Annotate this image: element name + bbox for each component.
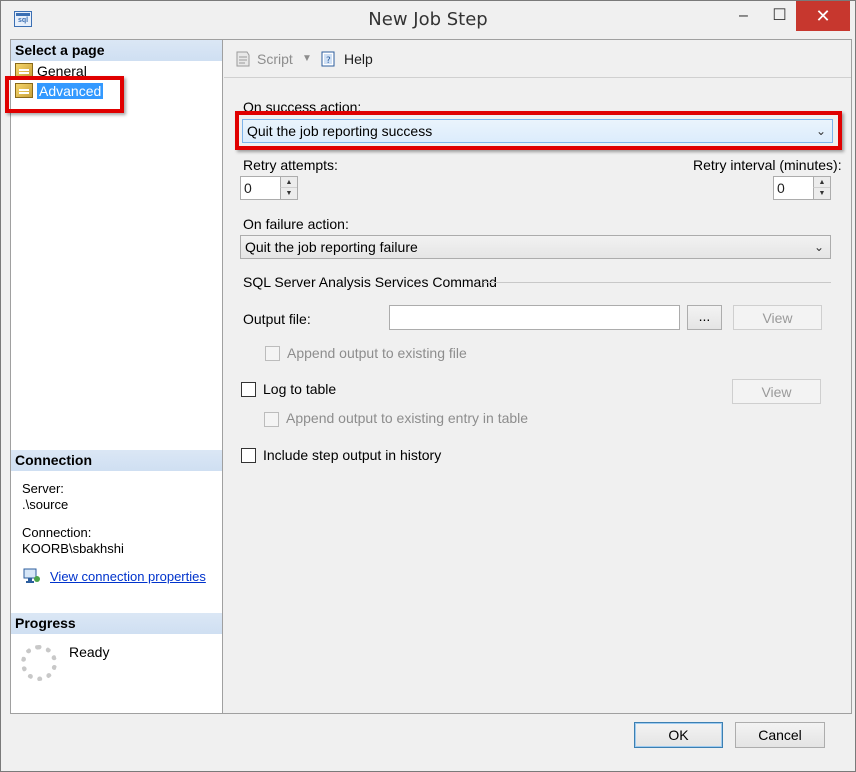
spin-up-icon[interactable]: ▲: [280, 177, 297, 188]
server-label: Server:: [22, 481, 64, 496]
connection-value: KOORB\sbakhshi: [22, 541, 124, 556]
chevron-down-icon: ⌄: [813, 240, 825, 254]
append-entry-checkbox[interactable]: [264, 412, 279, 427]
view-output-button[interactable]: View: [733, 305, 822, 330]
view-connection-properties-link[interactable]: View connection properties: [50, 569, 206, 584]
help-icon: ?: [320, 50, 338, 68]
output-file-input[interactable]: [389, 305, 680, 330]
retry-attempts-value: 0: [244, 180, 252, 196]
browse-button[interactable]: ...: [687, 305, 722, 330]
toolbar: Script ▼ ? Help: [224, 40, 851, 78]
append-output-checkbox[interactable]: [265, 346, 280, 361]
progress-status: Ready: [69, 644, 110, 660]
include-history-label: Include step output in history: [263, 447, 442, 463]
spin-down-icon[interactable]: ▼: [280, 188, 297, 199]
highlight-box-on-success: [235, 111, 842, 150]
on-failure-value: Quit the job reporting failure: [245, 239, 418, 255]
section-divider: [483, 282, 831, 283]
spin-up-icon[interactable]: ▲: [813, 177, 830, 188]
log-to-table-label: Log to table: [263, 381, 337, 397]
on-failure-label: On failure action:: [243, 216, 349, 232]
include-history-checkbox[interactable]: [241, 448, 256, 463]
cancel-button[interactable]: Cancel: [735, 722, 825, 748]
script-button[interactable]: Script: [257, 51, 293, 67]
retry-attempts-spinner[interactable]: 0 ▲ ▼: [240, 176, 298, 200]
progress-spinner-icon: [21, 645, 57, 681]
log-to-table-checkbox[interactable]: [241, 382, 256, 397]
spin-down-icon[interactable]: ▼: [813, 188, 830, 199]
connection-header: Connection: [11, 450, 222, 471]
right-pane: Script ▼ ? Help On success action: Quit …: [224, 40, 851, 713]
left-pane: Select a page General Advanced Connectio…: [5, 40, 223, 713]
append-output-label: Append output to existing file: [287, 345, 467, 361]
select-page-header: Select a page: [11, 40, 222, 61]
dialog-content: Select a page General Advanced Connectio…: [5, 39, 852, 714]
server-value: .\source: [22, 497, 69, 512]
retry-interval-value: 0: [777, 180, 785, 196]
retry-interval-label: Retry interval (minutes):: [693, 157, 842, 173]
retry-attempts-label: Retry attempts:: [243, 157, 338, 173]
close-button[interactable]: ✕: [796, 1, 850, 31]
progress-header: Progress: [11, 613, 222, 634]
output-file-label: Output file:: [243, 311, 311, 327]
title-bar[interactable]: sql New Job Step ‒ ☐ ✕: [1, 1, 855, 39]
view-table-button[interactable]: View: [732, 379, 821, 404]
new-job-step-window: sql New Job Step ‒ ☐ ✕ Select a page Gen…: [0, 0, 856, 772]
script-dropdown-icon[interactable]: ▼: [302, 53, 312, 64]
append-entry-label: Append output to existing entry in table: [286, 410, 529, 426]
connection-properties-icon: [23, 568, 41, 584]
ssas-section-title: SQL Server Analysis Services Command: [243, 274, 497, 290]
on-failure-select[interactable]: Quit the job reporting failure ⌄: [240, 235, 831, 259]
script-icon: [234, 50, 252, 68]
highlight-box-advanced: [5, 76, 124, 113]
help-button[interactable]: Help: [344, 51, 373, 67]
ok-button[interactable]: OK: [634, 722, 723, 748]
svg-text:?: ?: [326, 56, 331, 66]
connection-label: Connection:: [22, 525, 92, 540]
retry-interval-spinner[interactable]: 0 ▲ ▼: [773, 176, 831, 200]
